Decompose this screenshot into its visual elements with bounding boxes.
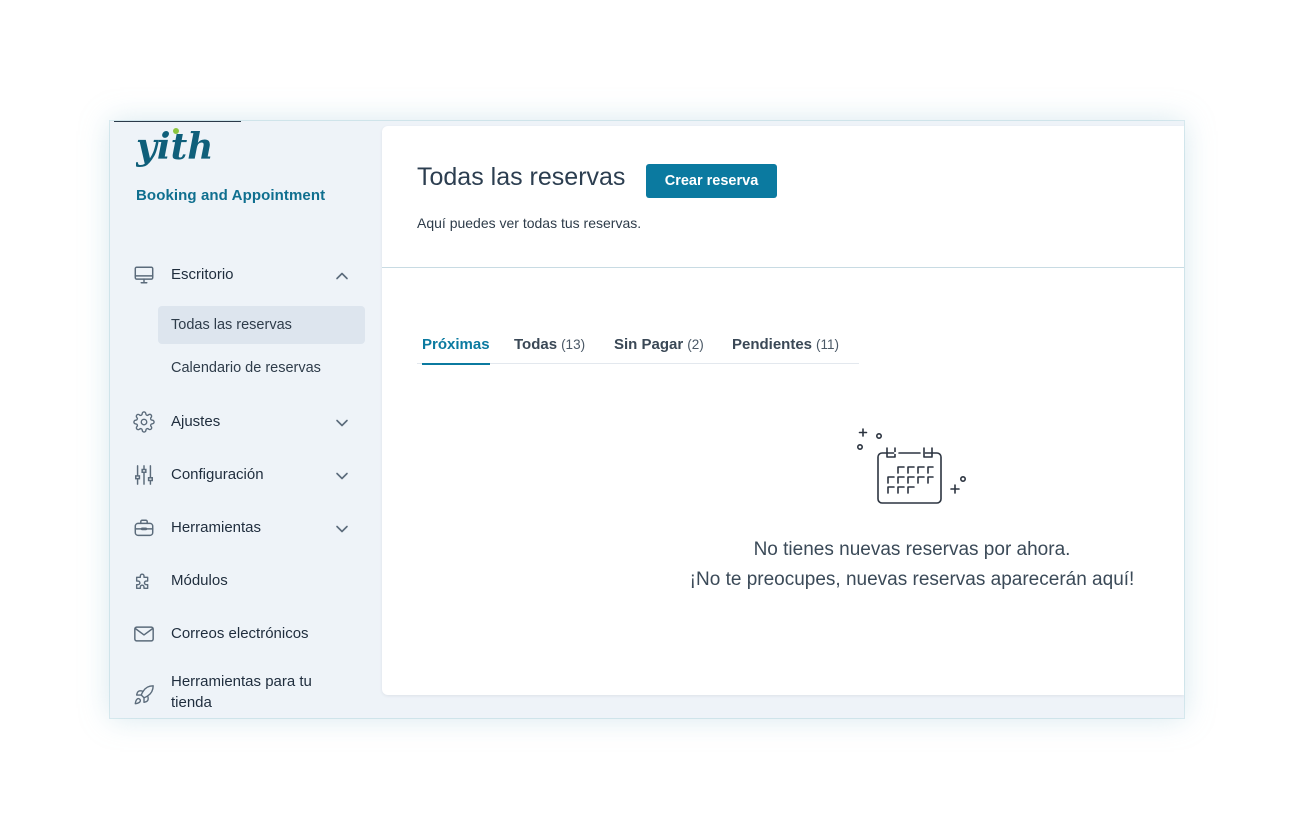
tab-todas[interactable]: Todas (13) bbox=[514, 336, 585, 363]
sidebar-item-escritorio[interactable]: Escritorio bbox=[110, 255, 382, 295]
chevron-up-icon[interactable] bbox=[334, 268, 350, 284]
main-panel: Todas las reservas Crear reserva Aquí pu… bbox=[382, 126, 1184, 695]
empty-state-hint: ¡No te preocupes, nuevas reservas aparec… bbox=[689, 569, 1135, 590]
sidebar-subitem-label: Calendario de reservas bbox=[171, 360, 321, 376]
tab-sin-pagar[interactable]: Sin Pagar (2) bbox=[614, 336, 704, 363]
sidebar-item-correos[interactable]: Correos electrónicos bbox=[110, 614, 382, 654]
monitor-icon bbox=[133, 264, 155, 286]
chevron-down-icon[interactable] bbox=[334, 521, 350, 537]
create-booking-button[interactable]: Crear reserva bbox=[646, 164, 777, 198]
calendar-icon bbox=[854, 426, 968, 508]
sidebar-subitem-label: Todas las reservas bbox=[171, 317, 292, 333]
sidebar-item-label: Ajustes bbox=[171, 413, 221, 430]
sidebar-subitem-calendario[interactable]: Calendario de reservas bbox=[158, 349, 365, 387]
sliders-icon bbox=[133, 464, 155, 486]
sidebar-item-ajustes[interactable]: Ajustes bbox=[110, 402, 382, 442]
empty-state-message: No tienes nuevas reservas por ahora. bbox=[753, 539, 1071, 560]
tab-label: Sin Pagar bbox=[614, 336, 684, 353]
chevron-down-icon[interactable] bbox=[334, 468, 350, 484]
sidebar: yith Booking and Appointment Escritorio … bbox=[110, 121, 382, 718]
tab-pendientes[interactable]: Pendientes (11) bbox=[732, 336, 839, 363]
sidebar-item-modulos[interactable]: Módulos bbox=[110, 561, 382, 601]
page-title: Todas las reservas bbox=[417, 163, 626, 191]
sidebar-item-herramientas-tienda[interactable]: Herramientas para tu tienda bbox=[110, 673, 382, 715]
tab-label: Próximas bbox=[422, 336, 490, 353]
sidebar-item-label: Herramientas bbox=[171, 519, 262, 536]
tab-count: (2) bbox=[687, 337, 704, 352]
tab-label: Pendientes bbox=[732, 336, 813, 353]
toolbox-icon bbox=[133, 517, 155, 539]
sidebar-subitem-todas-las-reservas[interactable]: Todas las reservas bbox=[158, 306, 365, 344]
app-window: yith Booking and Appointment Escritorio … bbox=[110, 121, 1184, 718]
sidebar-item-label: Correos electrónicos bbox=[171, 625, 309, 642]
sidebar-item-configuracion[interactable]: Configuración bbox=[110, 455, 382, 495]
product-name: Booking and Appointment bbox=[136, 187, 326, 204]
puzzle-icon bbox=[133, 570, 155, 592]
tab-proximas[interactable]: Próximas bbox=[422, 336, 490, 365]
envelope-icon bbox=[133, 623, 155, 645]
header-divider bbox=[382, 267, 1184, 268]
rocket-icon bbox=[133, 684, 155, 706]
tab-count: (11) bbox=[816, 337, 840, 352]
sidebar-item-label: Configuración bbox=[171, 466, 264, 483]
sidebar-item-label: Herramientas para tu tienda bbox=[171, 673, 312, 711]
yith-logo: yith bbox=[135, 125, 216, 179]
bookings-tabs: Próximas Todas (13) Sin Pagar (2) Pendient… bbox=[417, 329, 859, 365]
sidebar-item-herramientas[interactable]: Herramientas bbox=[110, 508, 382, 548]
tab-label: Todas bbox=[514, 336, 558, 353]
gear-icon bbox=[133, 411, 155, 433]
chevron-down-icon[interactable] bbox=[334, 415, 350, 431]
page-description: Aquí puedes ver todas tus reservas. bbox=[417, 215, 642, 231]
tab-count: (13) bbox=[561, 337, 586, 352]
sidebar-item-label: Módulos bbox=[171, 572, 228, 589]
sidebar-item-label: Escritorio bbox=[171, 266, 234, 283]
